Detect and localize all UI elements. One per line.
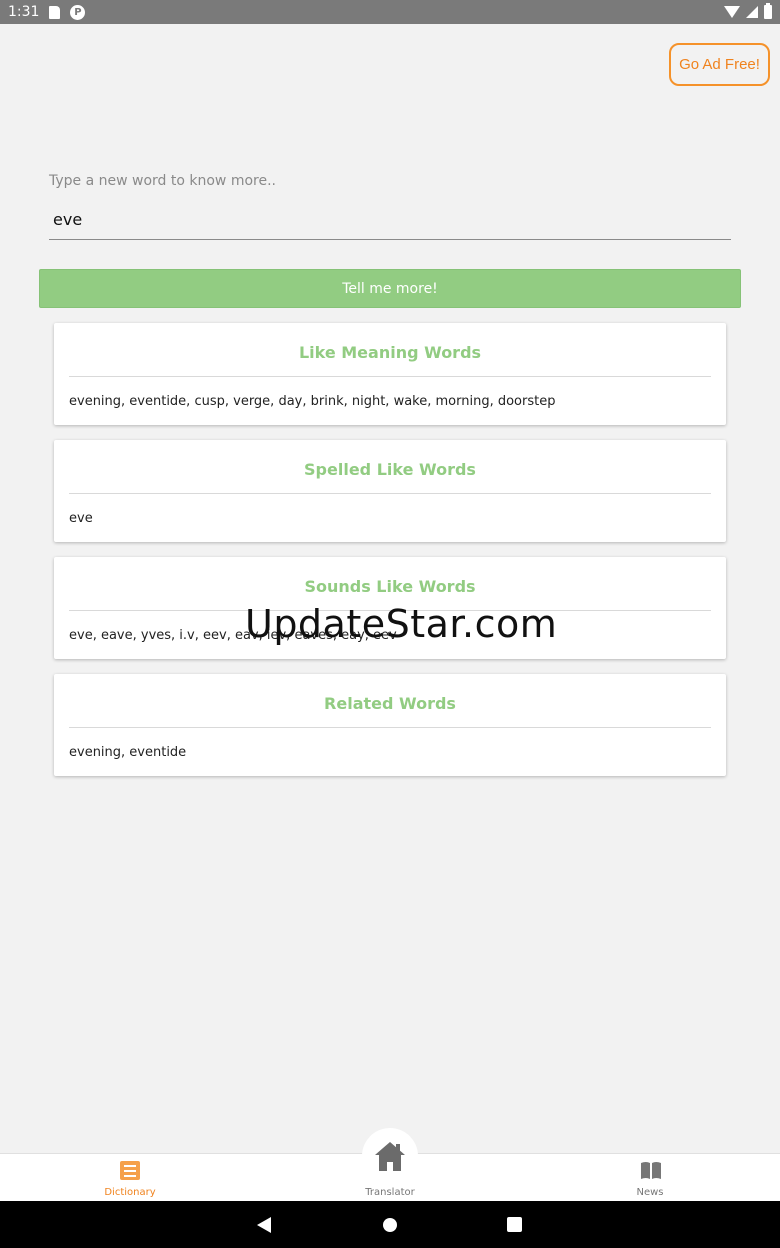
card-title: Spelled Like Words: [304, 460, 476, 479]
signal-icon: [746, 6, 758, 18]
nav-label: Dictionary: [104, 1187, 156, 1198]
tell-me-more-button[interactable]: Tell me more!: [39, 269, 741, 308]
card-body: evening, eventide: [69, 745, 187, 760]
card-divider: [69, 493, 711, 494]
battery-icon: [764, 3, 772, 19]
nav-label: News: [636, 1187, 664, 1198]
word-input[interactable]: [49, 200, 731, 240]
nav-news[interactable]: News: [590, 1154, 710, 1202]
card-divider: [69, 727, 711, 728]
status-time: 1:31: [8, 4, 40, 20]
card-body: eve: [69, 511, 93, 526]
card-title: Related Words: [324, 694, 456, 713]
search-label: Type a new word to know more..: [49, 173, 277, 189]
related-words-card: Related Words evening, eventide: [54, 674, 726, 776]
list-icon: [120, 1161, 140, 1180]
card-title: Sounds Like Words: [304, 577, 476, 596]
card-body: evening, eventide, cusp, verge, day, bri…: [69, 394, 556, 409]
nav-label: Translator: [365, 1187, 415, 1198]
wifi-icon: [724, 6, 740, 18]
p-badge-icon: P: [70, 4, 86, 20]
sd-card-icon: [49, 5, 61, 19]
go-ad-free-button[interactable]: Go Ad Free!: [669, 43, 770, 86]
status-bar: 1:31 P: [0, 0, 780, 24]
system-nav-bar: [0, 1201, 780, 1248]
book-icon: [641, 1162, 661, 1179]
recents-icon[interactable]: [507, 1217, 522, 1232]
watermark: UpdateStar.com: [245, 602, 558, 646]
like-meaning-card: Like Meaning Words evening, eventide, cu…: [54, 323, 726, 425]
spelled-like-card: Spelled Like Words eve: [54, 440, 726, 542]
back-icon[interactable]: [257, 1217, 271, 1233]
home-circle-icon[interactable]: [383, 1218, 397, 1232]
nav-dictionary[interactable]: Dictionary: [70, 1154, 190, 1202]
card-title: Like Meaning Words: [298, 343, 482, 362]
home-icon: [375, 1142, 405, 1171]
card-divider: [69, 376, 711, 377]
